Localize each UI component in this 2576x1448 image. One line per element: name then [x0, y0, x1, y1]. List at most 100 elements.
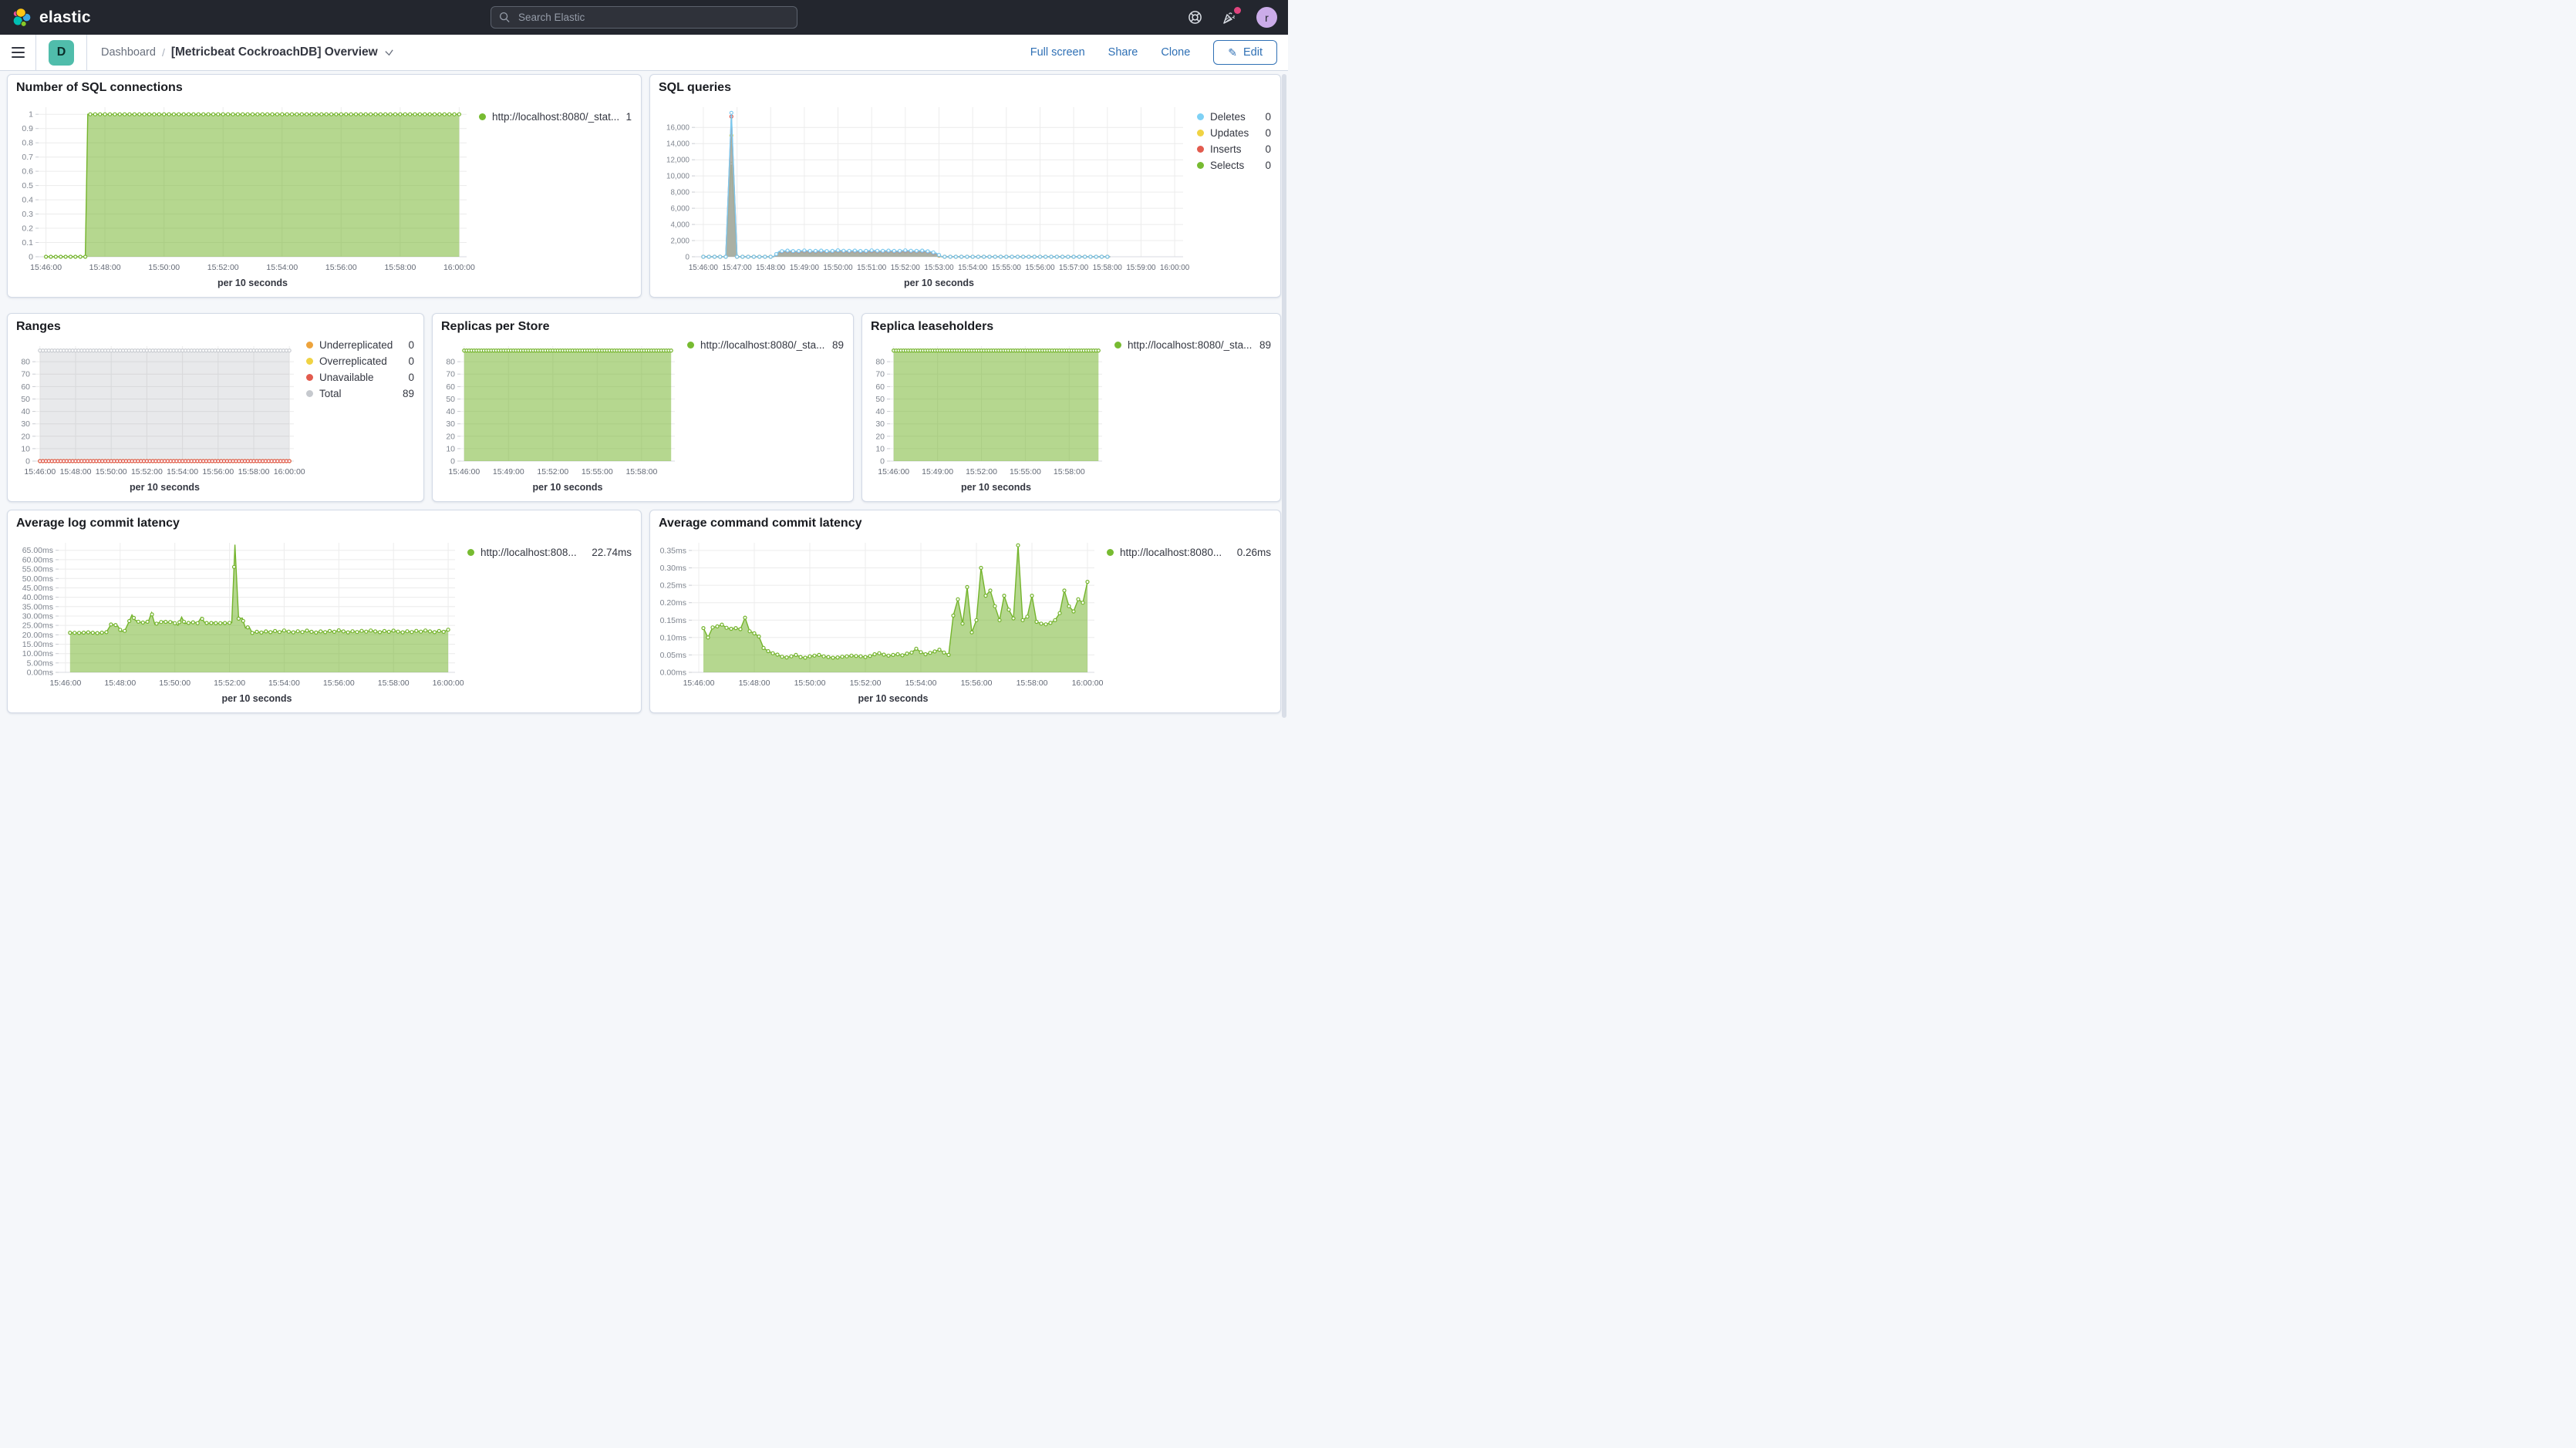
space-badge[interactable]: D [49, 40, 74, 66]
chart-ranges[interactable]: 15:46:0015:48:0015:50:0015:52:0015:54:00… [14, 337, 417, 498]
legend-item[interactable]: Total89 [306, 386, 417, 402]
panel-average-command-commit-latency: Average command commit latency 15:46:001… [649, 510, 1281, 713]
chart-plot-area[interactable]: 15:46:0015:48:0015:50:0015:52:0015:54:00… [14, 98, 473, 294]
clone-button[interactable]: Clone [1161, 46, 1190, 59]
svg-text:30: 30 [875, 419, 885, 429]
chart-number-of-sql-connections[interactable]: 15:46:0015:48:0015:50:0015:52:0015:54:00… [14, 98, 635, 294]
panel-replicas-per-store: Replicas per Store 15:46:0015:49:0015:52… [432, 313, 854, 502]
series-label: Updates [1210, 127, 1249, 139]
chart-sql-queries[interactable]: 15:46:0015:47:0015:48:0015:49:0015:50:00… [656, 98, 1274, 294]
svg-text:15:51:00: 15:51:00 [857, 264, 887, 272]
full-screen-button[interactable]: Full screen [1030, 46, 1085, 59]
menu-button[interactable] [0, 35, 35, 70]
breadcrumb-dashboard-link[interactable]: Dashboard [101, 46, 156, 59]
notification-dot [1234, 7, 1241, 14]
svg-text:40: 40 [446, 407, 455, 416]
svg-text:15:57:00: 15:57:00 [1059, 264, 1089, 272]
svg-text:20: 20 [875, 432, 885, 441]
svg-text:15:49:00: 15:49:00 [922, 467, 953, 476]
chart-legend: http://localhost:8080/_sta...89 [681, 337, 847, 498]
legend-item[interactable]: Selects0 [1197, 157, 1274, 173]
avatar[interactable]: r [1256, 7, 1277, 28]
svg-text:10: 10 [21, 444, 30, 453]
svg-text:15:55:00: 15:55:00 [1010, 467, 1041, 476]
divider [86, 35, 87, 70]
chart-replicas-per-store[interactable]: 15:46:0015:49:0015:52:0015:55:0015:58:00… [439, 337, 847, 498]
series-color-dot [1107, 549, 1114, 556]
svg-text:2,000: 2,000 [670, 237, 690, 246]
panel-title: Average command commit latency [659, 517, 862, 530]
elastic-logo[interactable]: elastic [11, 7, 91, 29]
svg-text:60: 60 [875, 382, 885, 392]
svg-text:16,000: 16,000 [666, 124, 690, 133]
svg-text:15:54:00: 15:54:00 [905, 679, 937, 688]
dashboard-header-bar: D Dashboard / [Metricbeat CockroachDB] O… [0, 35, 1288, 71]
top-navigation-bar: elastic [0, 0, 1288, 35]
svg-text:30.00ms: 30.00ms [22, 612, 53, 621]
svg-text:15:46:00: 15:46:00 [24, 467, 56, 476]
chart-average-command-commit-latency[interactable]: 15:46:0015:48:0015:50:0015:52:0015:54:00… [656, 534, 1274, 709]
svg-text:1: 1 [29, 110, 33, 120]
search-input[interactable] [517, 11, 789, 24]
svg-text:0.9: 0.9 [22, 124, 33, 133]
series-value: 1 [625, 111, 635, 123]
global-search-bar[interactable] [491, 6, 797, 29]
svg-text:16:00:00: 16:00:00 [1072, 679, 1104, 688]
chart-plot-area[interactable]: 15:46:0015:48:0015:50:0015:52:0015:54:00… [656, 534, 1101, 709]
chart-replica-leaseholders[interactable]: 15:46:0015:49:0015:52:0015:55:0015:58:00… [868, 337, 1274, 498]
chart-plot-area[interactable]: 15:46:0015:48:0015:50:0015:52:0015:54:00… [14, 337, 300, 498]
legend-item[interactable]: Unavailable0 [306, 369, 417, 386]
page-title[interactable]: [Metricbeat CockroachDB] Overview [171, 45, 378, 59]
series-color-dot [1114, 342, 1121, 349]
chart-plot-area[interactable]: 15:46:0015:49:0015:52:0015:55:0015:58:00… [868, 337, 1108, 498]
legend-item[interactable]: http://localhost:8080/_sta...89 [1114, 337, 1274, 353]
svg-text:0: 0 [450, 457, 455, 466]
svg-text:35.00ms: 35.00ms [22, 602, 53, 611]
legend-item[interactable]: Inserts0 [1197, 141, 1274, 157]
svg-text:15:56:00: 15:56:00 [202, 467, 234, 476]
series-value: 0 [408, 355, 417, 367]
help-button[interactable] [1188, 10, 1202, 25]
chart-average-log-commit-latency[interactable]: 15:46:0015:48:0015:50:0015:52:0015:54:00… [14, 534, 635, 709]
legend-item[interactable]: Deletes0 [1197, 109, 1274, 125]
series-label: http://localhost:8080/_sta... [700, 339, 824, 351]
page-scrollbar[interactable] [1282, 74, 1286, 718]
svg-text:20.00ms: 20.00ms [22, 631, 53, 640]
panel-number-of-sql-connections: Number of SQL connections 15:46:0015:48:… [7, 74, 642, 298]
legend-item[interactable]: Underreplicated0 [306, 337, 417, 353]
legend-item[interactable]: http://localhost:8080/_sta...89 [687, 337, 847, 353]
series-value: 0 [1265, 111, 1274, 123]
svg-text:6,000: 6,000 [670, 205, 690, 214]
svg-text:15:54:00: 15:54:00 [958, 264, 988, 272]
legend-item[interactable]: Overreplicated0 [306, 353, 417, 369]
svg-text:16:00:00: 16:00:00 [1160, 264, 1190, 272]
chart-plot-area[interactable]: 15:46:0015:49:0015:52:0015:55:0015:58:00… [439, 337, 681, 498]
series-color-dot [687, 342, 694, 349]
svg-text:55.00ms: 55.00ms [22, 565, 53, 574]
svg-text:16:00:00: 16:00:00 [443, 263, 475, 272]
svg-text:50: 50 [446, 395, 455, 404]
svg-text:15:48:00: 15:48:00 [104, 679, 136, 688]
panel-title: SQL queries [659, 81, 731, 95]
legend-item[interactable]: http://localhost:8080...0.26ms [1107, 544, 1274, 561]
legend-item[interactable]: http://localhost:808...22.74ms [467, 544, 635, 561]
edit-button[interactable]: ✎ Edit [1213, 40, 1277, 65]
panel-sql-queries: SQL queries 15:46:0015:47:0015:48:0015:4… [649, 74, 1281, 298]
svg-text:60: 60 [446, 382, 455, 392]
legend-item[interactable]: http://localhost:8080/_stat...1 [479, 109, 635, 125]
chart-plot-area[interactable]: 15:46:0015:48:0015:50:0015:52:0015:54:00… [14, 534, 461, 709]
svg-text:0: 0 [25, 457, 30, 466]
series-color-dot [306, 374, 313, 381]
svg-text:0.5: 0.5 [22, 181, 33, 190]
svg-text:15:49:00: 15:49:00 [493, 467, 524, 476]
svg-text:15:48:00: 15:48:00 [60, 467, 92, 476]
chart-plot-area[interactable]: 15:46:0015:47:0015:48:0015:49:0015:50:00… [656, 98, 1191, 294]
svg-text:10: 10 [875, 444, 885, 453]
share-button[interactable]: Share [1108, 46, 1138, 59]
series-value: 89 [1259, 339, 1274, 351]
svg-text:15:47:00: 15:47:00 [723, 264, 753, 272]
svg-text:15:52:00: 15:52:00 [850, 679, 882, 688]
news-button[interactable] [1222, 10, 1237, 25]
legend-item[interactable]: Updates0 [1197, 125, 1274, 141]
chevron-down-icon[interactable] [384, 48, 394, 58]
